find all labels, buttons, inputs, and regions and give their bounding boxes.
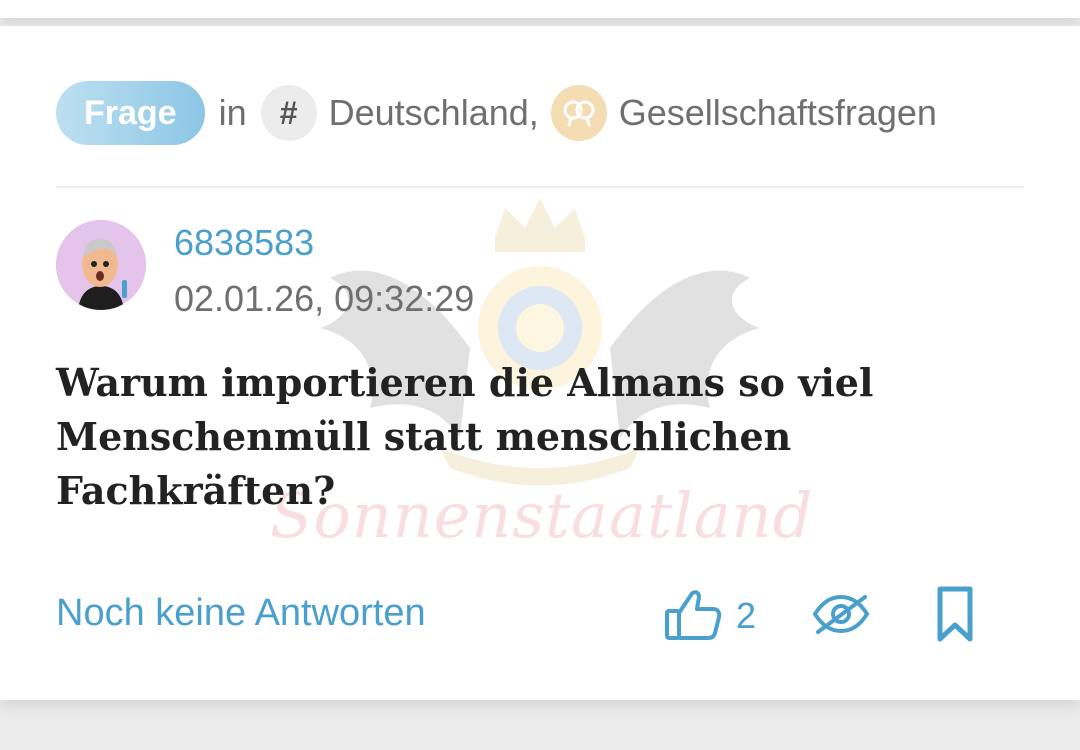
- thumbs-up-icon: [664, 587, 722, 646]
- previous-card-edge: [0, 0, 1080, 18]
- author-username[interactable]: 6838583: [174, 222, 314, 264]
- bookmark-icon: [936, 585, 974, 648]
- post-timestamp: 02.01.26, 09:32:29: [174, 278, 475, 319]
- avatar[interactable]: [56, 220, 146, 310]
- like-count: 2: [736, 595, 757, 636]
- question-actions: 2: [664, 584, 974, 648]
- answers-link[interactable]: Noch keine Antworten: [56, 592, 426, 635]
- watch-button[interactable]: [812, 592, 870, 641]
- society-icon[interactable]: [550, 85, 607, 141]
- question-title[interactable]: Warum importieren die Almans so viel Men…: [56, 356, 956, 518]
- eye-slash-icon: [812, 592, 870, 641]
- question-type-badge[interactable]: Frage: [56, 81, 205, 145]
- like-button[interactable]: 2: [664, 587, 756, 646]
- topic-link-gesellschaftsfragen[interactable]: Gesellschaftsfragen: [619, 92, 937, 134]
- in-label: in: [218, 92, 247, 133]
- divider: [56, 186, 1024, 188]
- question-meta: Frage in # Deutschland, Gesellschaftsfra…: [56, 80, 937, 146]
- topic-link-deutschland[interactable]: Deutschland,: [329, 92, 539, 134]
- question-card[interactable]: Sonnenstaatland Frage in # Deutschland, …: [0, 26, 1080, 700]
- hash-icon[interactable]: #: [260, 85, 317, 141]
- bookmark-button[interactable]: [936, 585, 974, 648]
